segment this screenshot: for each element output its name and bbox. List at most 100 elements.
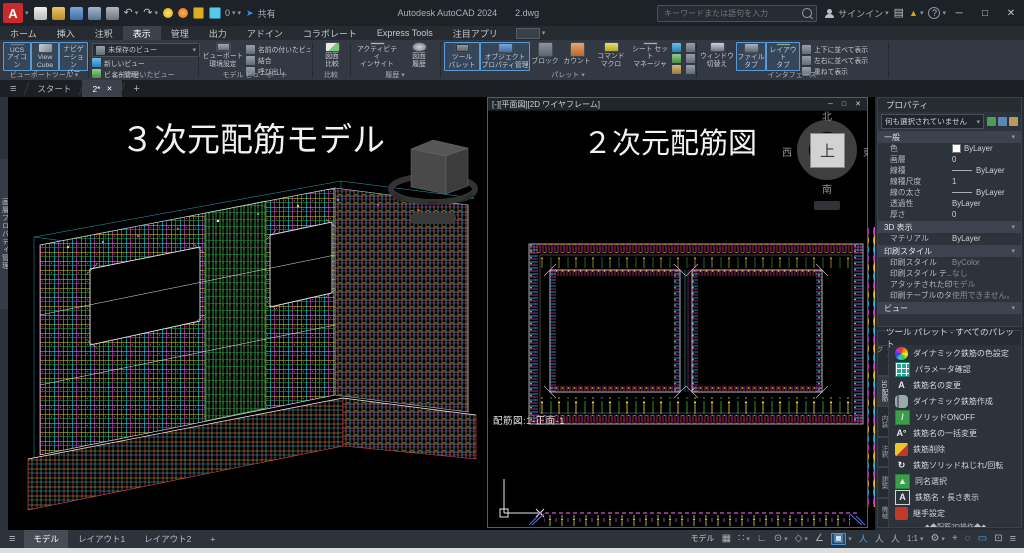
snap-toggle-icon[interactable]: ∷: [738, 534, 744, 544]
blocks-palette-button[interactable]: ブロック: [530, 42, 560, 69]
viewcube-2d[interactable]: 上 北 西 東 南: [783, 111, 875, 213]
new-view-button[interactable]: 新しいビュー: [92, 57, 192, 68]
chevron-down-icon[interactable]: ▾: [941, 535, 945, 543]
viewport-2d-label[interactable]: [-][平面図][2D ワイヤフレーム]: [492, 99, 600, 110]
notification-icon[interactable]: ▲: [909, 9, 918, 18]
viewport-2d-titlebar[interactable]: [-][平面図][2D ワイヤフレーム] ─ □ ✕: [488, 98, 867, 111]
chevron-down-icon[interactable]: ▾: [784, 535, 788, 543]
hardware-acceleration-icon[interactable]: ▭: [978, 534, 987, 544]
file-tab-start[interactable]: スタート: [27, 80, 81, 97]
panel-label-viewport-tools[interactable]: ビューポートツール▾: [0, 70, 88, 80]
file-tabs-menu-icon[interactable]: ≡: [0, 80, 26, 97]
menu-tab-home[interactable]: ホーム: [0, 26, 47, 40]
ucs-icon-toggle[interactable]: UCS アイコン: [3, 42, 31, 71]
section-general[interactable]: 一般▾: [878, 131, 1021, 143]
viewport-config-button[interactable]: ビューポート 環境設定: [202, 42, 244, 69]
layout-menu-icon[interactable]: ≡: [0, 530, 24, 548]
sun-properties-icon[interactable]: [686, 54, 695, 63]
annotation-scale-value[interactable]: 1:1: [907, 535, 918, 543]
compass-north[interactable]: 北: [822, 108, 832, 123]
panel-label-interface[interactable]: インタフェース: [696, 70, 888, 80]
tool-dynamic-rebar-color[interactable]: ダイナミック鉄筋の色設定: [890, 345, 1021, 361]
lock-icon[interactable]: [193, 7, 204, 19]
clean-screen-icon[interactable]: ⊡: [994, 534, 1002, 544]
menu-tab-express-tools[interactable]: Express Tools: [367, 26, 443, 40]
search-box[interactable]: [657, 5, 817, 22]
layer-color-swatch[interactable]: [209, 7, 221, 19]
toggle-pickadd-icon[interactable]: [1009, 117, 1018, 126]
materials-icon[interactable]: [686, 43, 695, 52]
menu-tab-annotate[interactable]: 注釈: [85, 26, 123, 40]
join-viewports-button[interactable]: 結合: [246, 55, 310, 65]
view-dropdown[interactable]: 未保存のビュー ▾: [92, 43, 200, 57]
panel-label-history[interactable]: 履歴▾: [350, 70, 440, 80]
status-model-label[interactable]: モデル: [691, 535, 715, 543]
tool-palettes-button[interactable]: ツール パレット: [444, 42, 480, 71]
section-view[interactable]: ビュー▾: [878, 302, 1021, 314]
wcs-dropdown[interactable]: [814, 201, 840, 210]
property-row-color[interactable]: 色ByLayer: [878, 143, 1021, 154]
autocad-logo-icon[interactable]: A: [3, 3, 23, 23]
palette-tab-mechanical[interactable]: 機械: [877, 498, 889, 529]
property-row-plot-table-type[interactable]: 印刷テーブルのタ...使用できません。: [878, 290, 1021, 301]
property-row-thickness[interactable]: 厚さ0: [878, 209, 1021, 220]
visual-styles-icon[interactable]: [672, 54, 681, 63]
menu-tab-output[interactable]: 出力: [199, 26, 237, 40]
layout-tab-layout2[interactable]: レイアウト2: [135, 530, 200, 548]
customization-icon[interactable]: ≡: [1010, 534, 1016, 545]
properties-palette-button[interactable]: オブジェクト プロパティ管理: [480, 42, 530, 71]
layout-tab-layout1[interactable]: レイアウト1: [69, 530, 134, 548]
chevron-down-icon[interactable]: ▾: [238, 9, 242, 17]
tool-joint-settings[interactable]: 継手設定: [890, 505, 1021, 521]
viewcube-toggle[interactable]: View Cube: [31, 42, 59, 71]
user-icon[interactable]: [825, 9, 834, 18]
undo-icon[interactable]: ↶: [124, 8, 133, 19]
tile-horizontally-button[interactable]: 上下に並べて表示: [802, 44, 886, 54]
cart-icon[interactable]: ▤: [894, 8, 904, 19]
section-plot-style[interactable]: 印刷スタイル▾: [878, 245, 1021, 257]
drawing-history-button[interactable]: 図面 履歴: [402, 42, 436, 69]
property-row-transparency[interactable]: 透過性ByLayer: [878, 198, 1021, 209]
search-input[interactable]: [662, 8, 802, 19]
tool-solid-onoff[interactable]: /ソリッドONOFF: [890, 409, 1021, 425]
palette-tab-annotate[interactable]: 注釈: [877, 437, 889, 468]
property-row-linetype[interactable]: 線種ByLayer: [878, 165, 1021, 176]
palette-tab-3d-rebar[interactable]: 3D配筋: [877, 376, 889, 407]
new-file-icon[interactable]: [34, 7, 47, 20]
tool-rename-rebar[interactable]: A鉄筋名の変更: [890, 377, 1021, 393]
minimize-icon[interactable]: ─: [828, 101, 833, 108]
tool-select-same-name[interactable]: ▲同名選択: [890, 473, 1021, 489]
annotation-monitor-icon[interactable]: +: [952, 534, 958, 544]
menu-tab-collaborate[interactable]: コラボレート: [293, 26, 367, 40]
share-icon[interactable]: ➤: [246, 9, 254, 18]
panel-label-model-viewports[interactable]: モデル ビューポート: [198, 70, 312, 80]
palette-tab-interior[interactable]: 内装: [877, 406, 889, 437]
redo-icon[interactable]: ↷: [143, 8, 152, 19]
tool-delete-rebar[interactable]: 鉄筋削除: [890, 441, 1021, 457]
compass-top-face[interactable]: 上: [810, 133, 845, 168]
workspace-gear-icon[interactable]: ⚙: [930, 534, 939, 544]
chevron-down-icon[interactable]: ▾: [232, 9, 236, 17]
sheet-set-manager-button[interactable]: シート セット マネージャ: [630, 42, 670, 69]
panel-label-compare[interactable]: 比較: [312, 70, 350, 80]
designcenter-icon[interactable]: [672, 43, 681, 52]
section-3d-visualization[interactable]: 3D 表示▾: [878, 221, 1021, 233]
minimize-button[interactable]: ─: [946, 0, 972, 26]
new-layout-button[interactable]: +: [201, 530, 224, 548]
property-row-material[interactable]: マテリアルByLayer: [878, 233, 1021, 244]
compass-west[interactable]: 西: [782, 144, 792, 159]
grid-toggle-icon[interactable]: ▦: [722, 534, 731, 544]
chevron-down-icon[interactable]: ▾: [135, 9, 139, 17]
open-folder-icon[interactable]: [52, 7, 65, 20]
restore-icon[interactable]: □: [842, 101, 846, 108]
menu-tab-manage[interactable]: 管理: [161, 26, 199, 40]
quick-select-icon[interactable]: [987, 117, 996, 126]
annotation-scale-icon[interactable]: 人: [891, 535, 900, 544]
tool-palette-header[interactable]: ツール パレット - すべてのパレット: [878, 331, 1021, 345]
close-icon[interactable]: ✕: [855, 100, 861, 108]
tool-batch-rename-rebar[interactable]: A°鉄筋名の一括変更: [890, 425, 1021, 441]
ortho-toggle-icon[interactable]: ∟: [757, 534, 767, 544]
activity-insights-button[interactable]: アクティビティ インサイト: [354, 42, 400, 69]
file-tabs-toggle[interactable]: ファイル タブ: [736, 42, 766, 71]
isolate-objects-icon[interactable]: ◌: [965, 534, 971, 544]
